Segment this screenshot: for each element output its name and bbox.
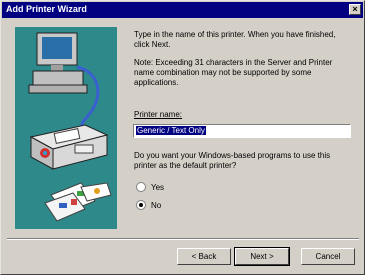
window-title: Add Printer Wizard [6, 4, 87, 14]
printed-pages-icon [44, 182, 112, 222]
back-button[interactable]: < Back [177, 248, 231, 265]
next-button[interactable]: Next > [234, 247, 290, 266]
printer-name-input[interactable]: Generic / Text Only [133, 124, 351, 138]
title-bar[interactable]: Add Printer Wizard × [2, 2, 363, 18]
intro-text: Type in the name of this printer. When y… [134, 30, 336, 49]
radio-yes-label: Yes [151, 183, 165, 192]
separator [7, 238, 359, 240]
note-text: Note: Exceeding 31 characters in the Ser… [134, 58, 333, 87]
radio-no[interactable]: No [136, 200, 161, 212]
close-button[interactable]: × [349, 4, 361, 15]
printer-name-value: Generic / Text Only [136, 126, 206, 135]
radio-no-label: No [151, 201, 162, 210]
printer-icon [29, 124, 109, 170]
add-printer-wizard-window: Add Printer Wizard × Type in the name of… [0, 0, 365, 275]
default-printer-question: Do you want your Windows-based programs … [134, 151, 331, 170]
wizard-illustration [15, 27, 117, 229]
printer-name-label: Printer name: [134, 110, 183, 119]
radio-yes-button[interactable] [136, 182, 146, 192]
close-icon: × [352, 4, 358, 14]
radio-no-button[interactable] [136, 200, 146, 210]
radio-yes[interactable]: Yes [136, 182, 164, 194]
computer-icon [28, 32, 88, 94]
cancel-button[interactable]: Cancel [301, 248, 355, 265]
